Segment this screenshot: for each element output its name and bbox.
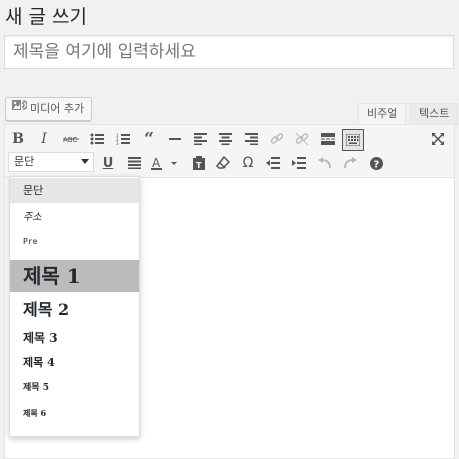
chevron-down-icon: [81, 159, 89, 164]
dropdown-item-heading-5[interactable]: 제목 5: [10, 377, 139, 399]
svg-text:ABC: ABC: [63, 136, 77, 144]
dropdown-item-paragraph[interactable]: 문단: [10, 178, 139, 203]
bold-icon[interactable]: B: [7, 128, 29, 150]
decrease-indent-icon[interactable]: [262, 152, 284, 174]
dropdown-item-pre[interactable]: Pre: [10, 231, 139, 253]
dropdown-item-address[interactable]: 주소: [10, 205, 139, 230]
align-center-icon[interactable]: [214, 128, 236, 150]
insert-link-icon[interactable]: [266, 128, 288, 150]
underline-icon[interactable]: U: [97, 152, 119, 174]
tab-text[interactable]: 텍스트: [410, 103, 459, 125]
dropdown-item-heading-6[interactable]: 제목 6: [10, 402, 139, 424]
horizontal-line-icon[interactable]: [164, 128, 186, 150]
paste-as-text-icon[interactable]: T: [188, 152, 210, 174]
post-title-input[interactable]: 제목을 여기에 입력하세요: [4, 35, 454, 69]
format-select[interactable]: 문단: [8, 152, 94, 172]
numbered-list-icon[interactable]: 123: [112, 128, 134, 150]
fullscreen-icon[interactable]: [427, 128, 449, 150]
text-color-icon[interactable]: A: [149, 152, 183, 174]
add-media-button[interactable]: 미디어 추가: [5, 97, 93, 121]
italic-icon[interactable]: I: [33, 128, 55, 150]
post-title-placeholder: 제목을 여기에 입력하세요: [13, 42, 196, 62]
dropdown-item-heading-2[interactable]: 제목 2: [10, 296, 139, 324]
tab-visual[interactable]: 비주얼: [358, 103, 407, 125]
add-media-label: 미디어 추가: [30, 102, 85, 115]
page-title: 새 글 쓰기: [5, 6, 87, 28]
remove-link-icon[interactable]: [291, 128, 313, 150]
special-character-icon[interactable]: Ω: [237, 152, 259, 174]
add-media-icon: [11, 98, 28, 120]
svg-text:A: A: [152, 156, 161, 170]
dropdown-item-heading-3[interactable]: 제목 3: [10, 327, 139, 349]
dropdown-item-heading-1[interactable]: 제목 1: [10, 260, 139, 292]
justify-icon[interactable]: [123, 152, 145, 174]
clear-formatting-icon[interactable]: [212, 152, 234, 174]
dropdown-item-heading-4[interactable]: 제목 4: [10, 352, 139, 374]
format-dropdown-menu: 문단 주소 Pre 제목 1 제목 2 제목 3 제목 4 제목 5 제목 6: [9, 176, 140, 437]
bulleted-list-icon[interactable]: [86, 128, 108, 150]
format-select-value: 문단: [14, 155, 35, 168]
help-icon[interactable]: ?: [365, 152, 387, 174]
align-right-icon[interactable]: [240, 128, 262, 150]
svg-text:T: T: [196, 161, 202, 170]
align-left-icon[interactable]: [189, 128, 211, 150]
undo-icon[interactable]: [314, 152, 336, 174]
blockquote-icon[interactable]: “: [138, 128, 160, 150]
svg-text:3: 3: [116, 141, 119, 145]
strikethrough-icon[interactable]: ABC: [60, 128, 82, 150]
toolbar-toggle-icon[interactable]: [342, 129, 364, 151]
redo-icon[interactable]: [339, 152, 361, 174]
read-more-icon[interactable]: [317, 128, 339, 150]
increase-indent-icon[interactable]: [288, 152, 310, 174]
svg-text:?: ?: [373, 159, 379, 170]
